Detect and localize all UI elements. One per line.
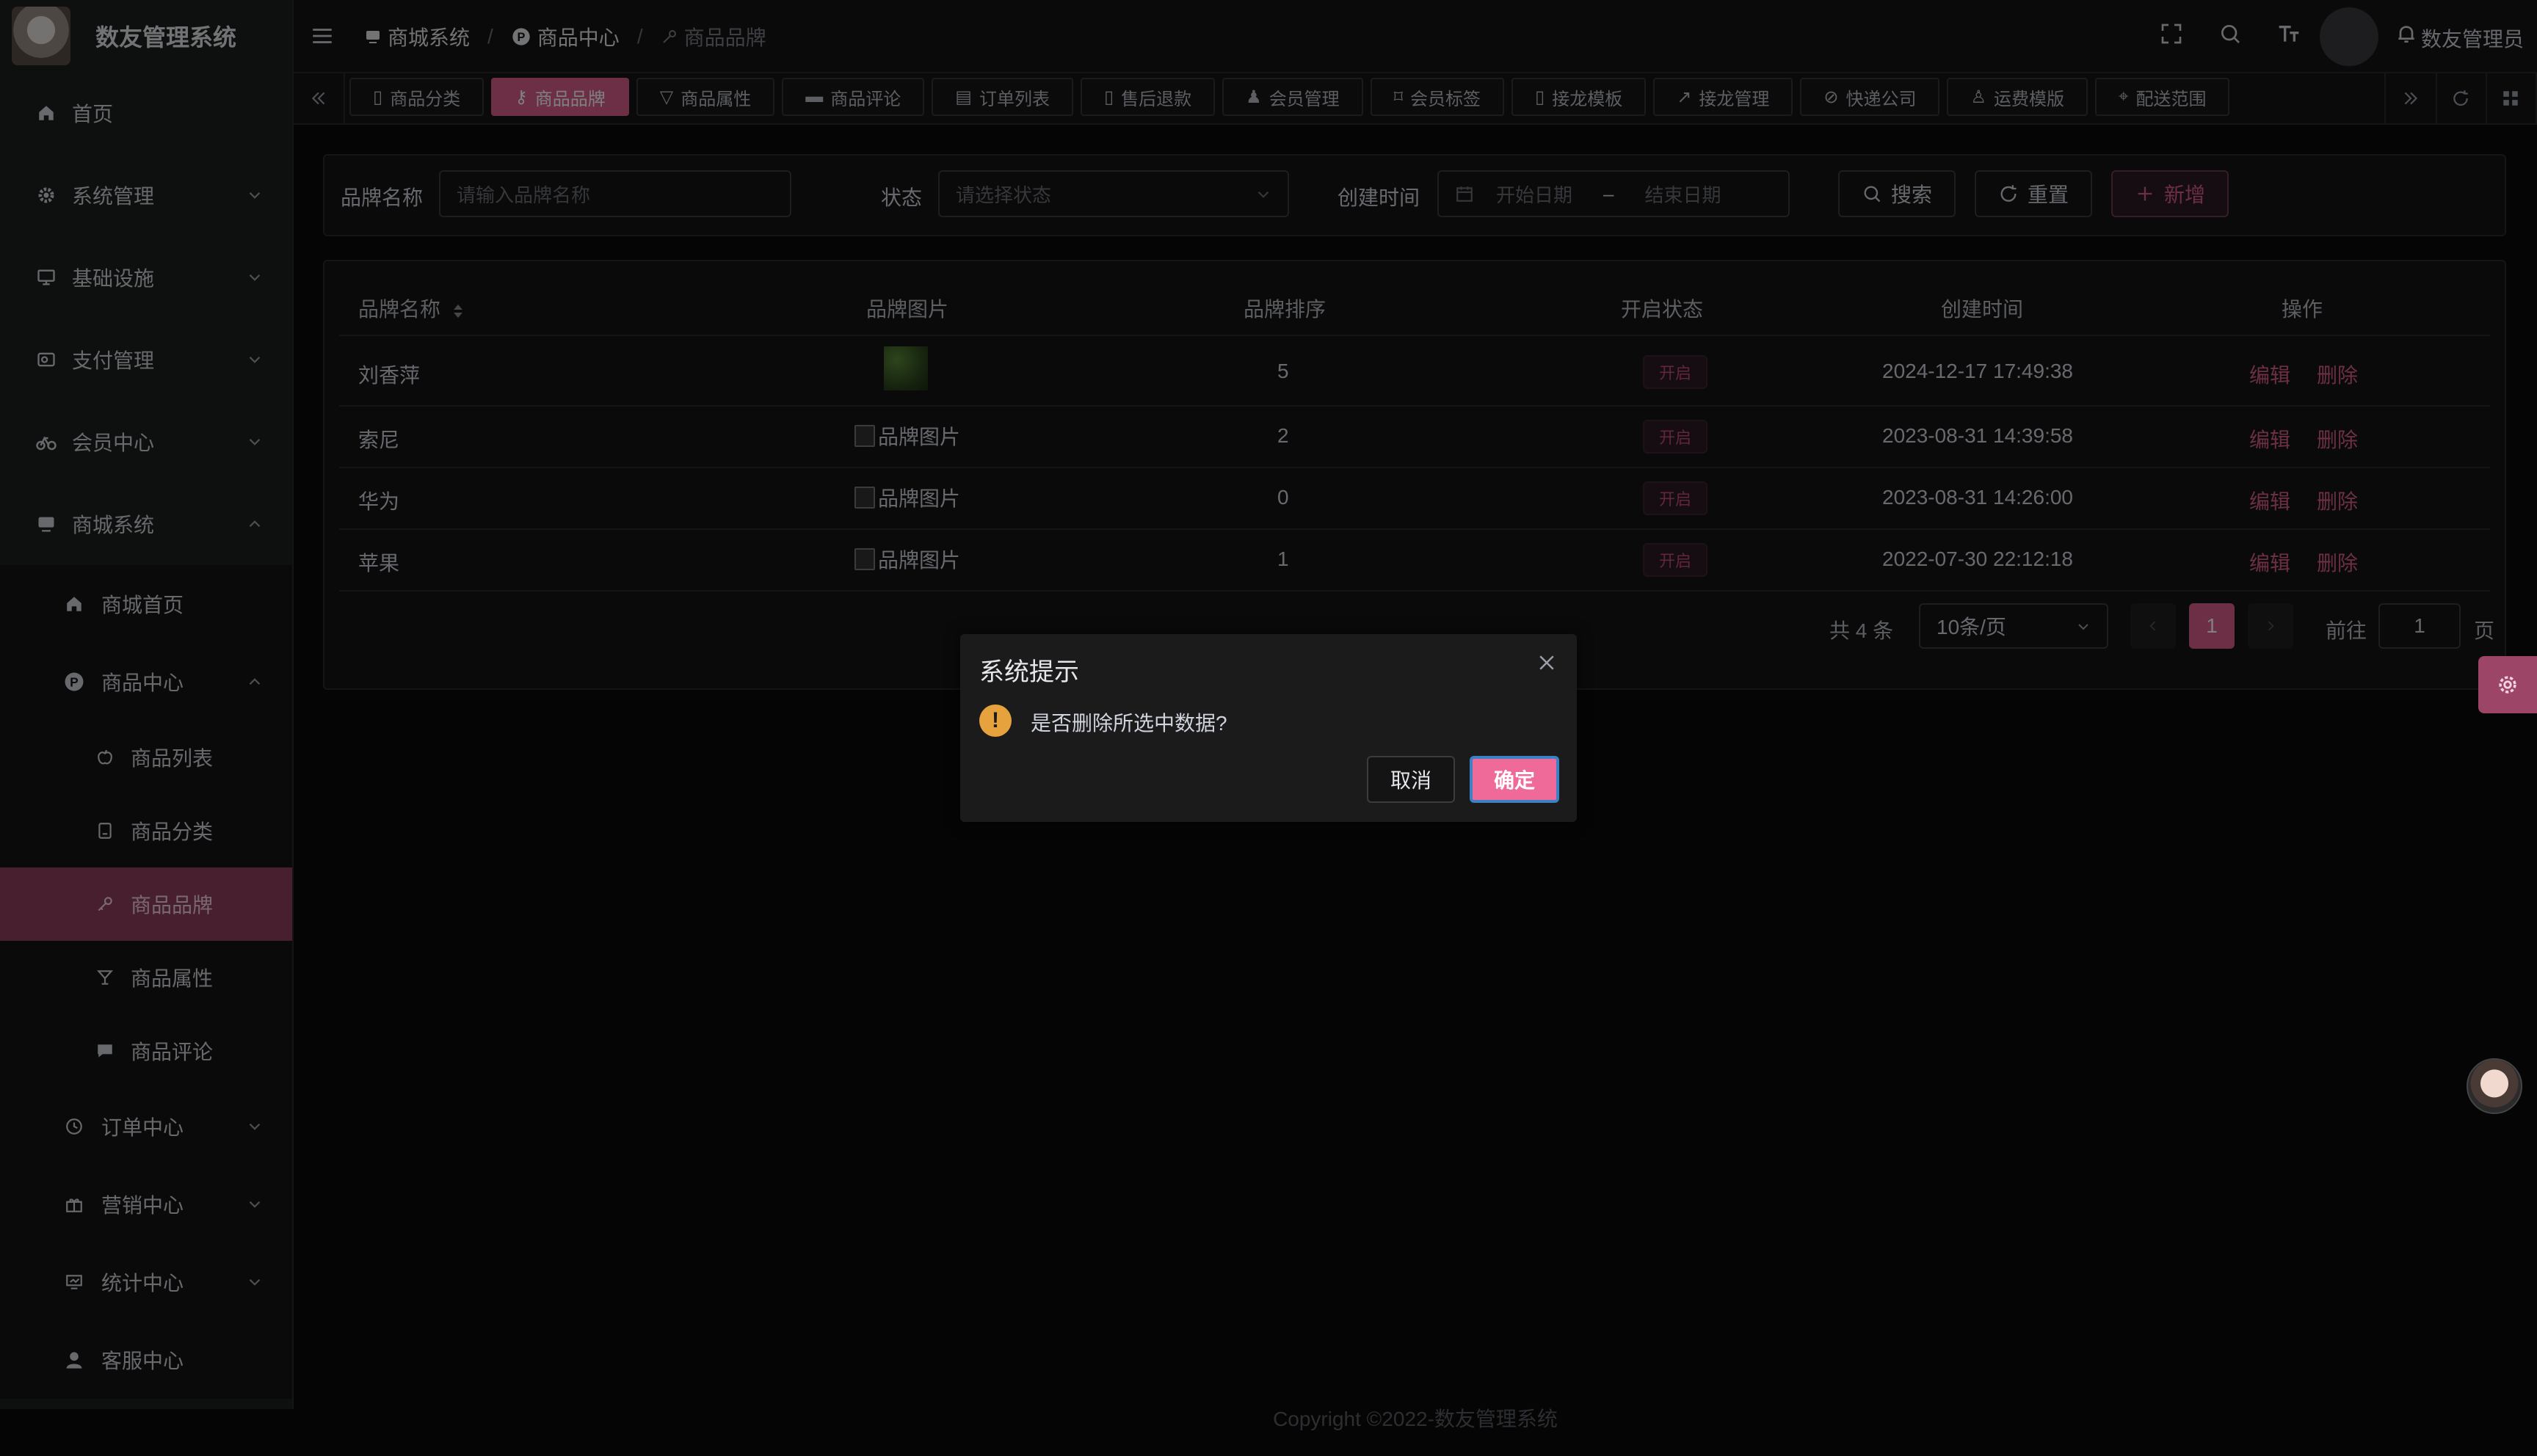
dialog-title: 系统提示 [979,658,1079,686]
settings-float-button[interactable] [2478,656,2537,713]
close-icon[interactable] [1536,652,1558,674]
confirm-button[interactable]: 确定 [1470,756,1559,803]
dialog-message: 是否删除所选中数据? [1031,712,1227,735]
gear-icon [2499,676,2516,694]
warning-icon: ! [979,705,1012,737]
cancel-button[interactable]: 取消 [1367,756,1455,803]
assistant-avatar[interactable] [2467,1058,2522,1114]
confirm-dialog: 系统提示 ! 是否删除所选中数据? 取消 确定 [960,634,1577,822]
